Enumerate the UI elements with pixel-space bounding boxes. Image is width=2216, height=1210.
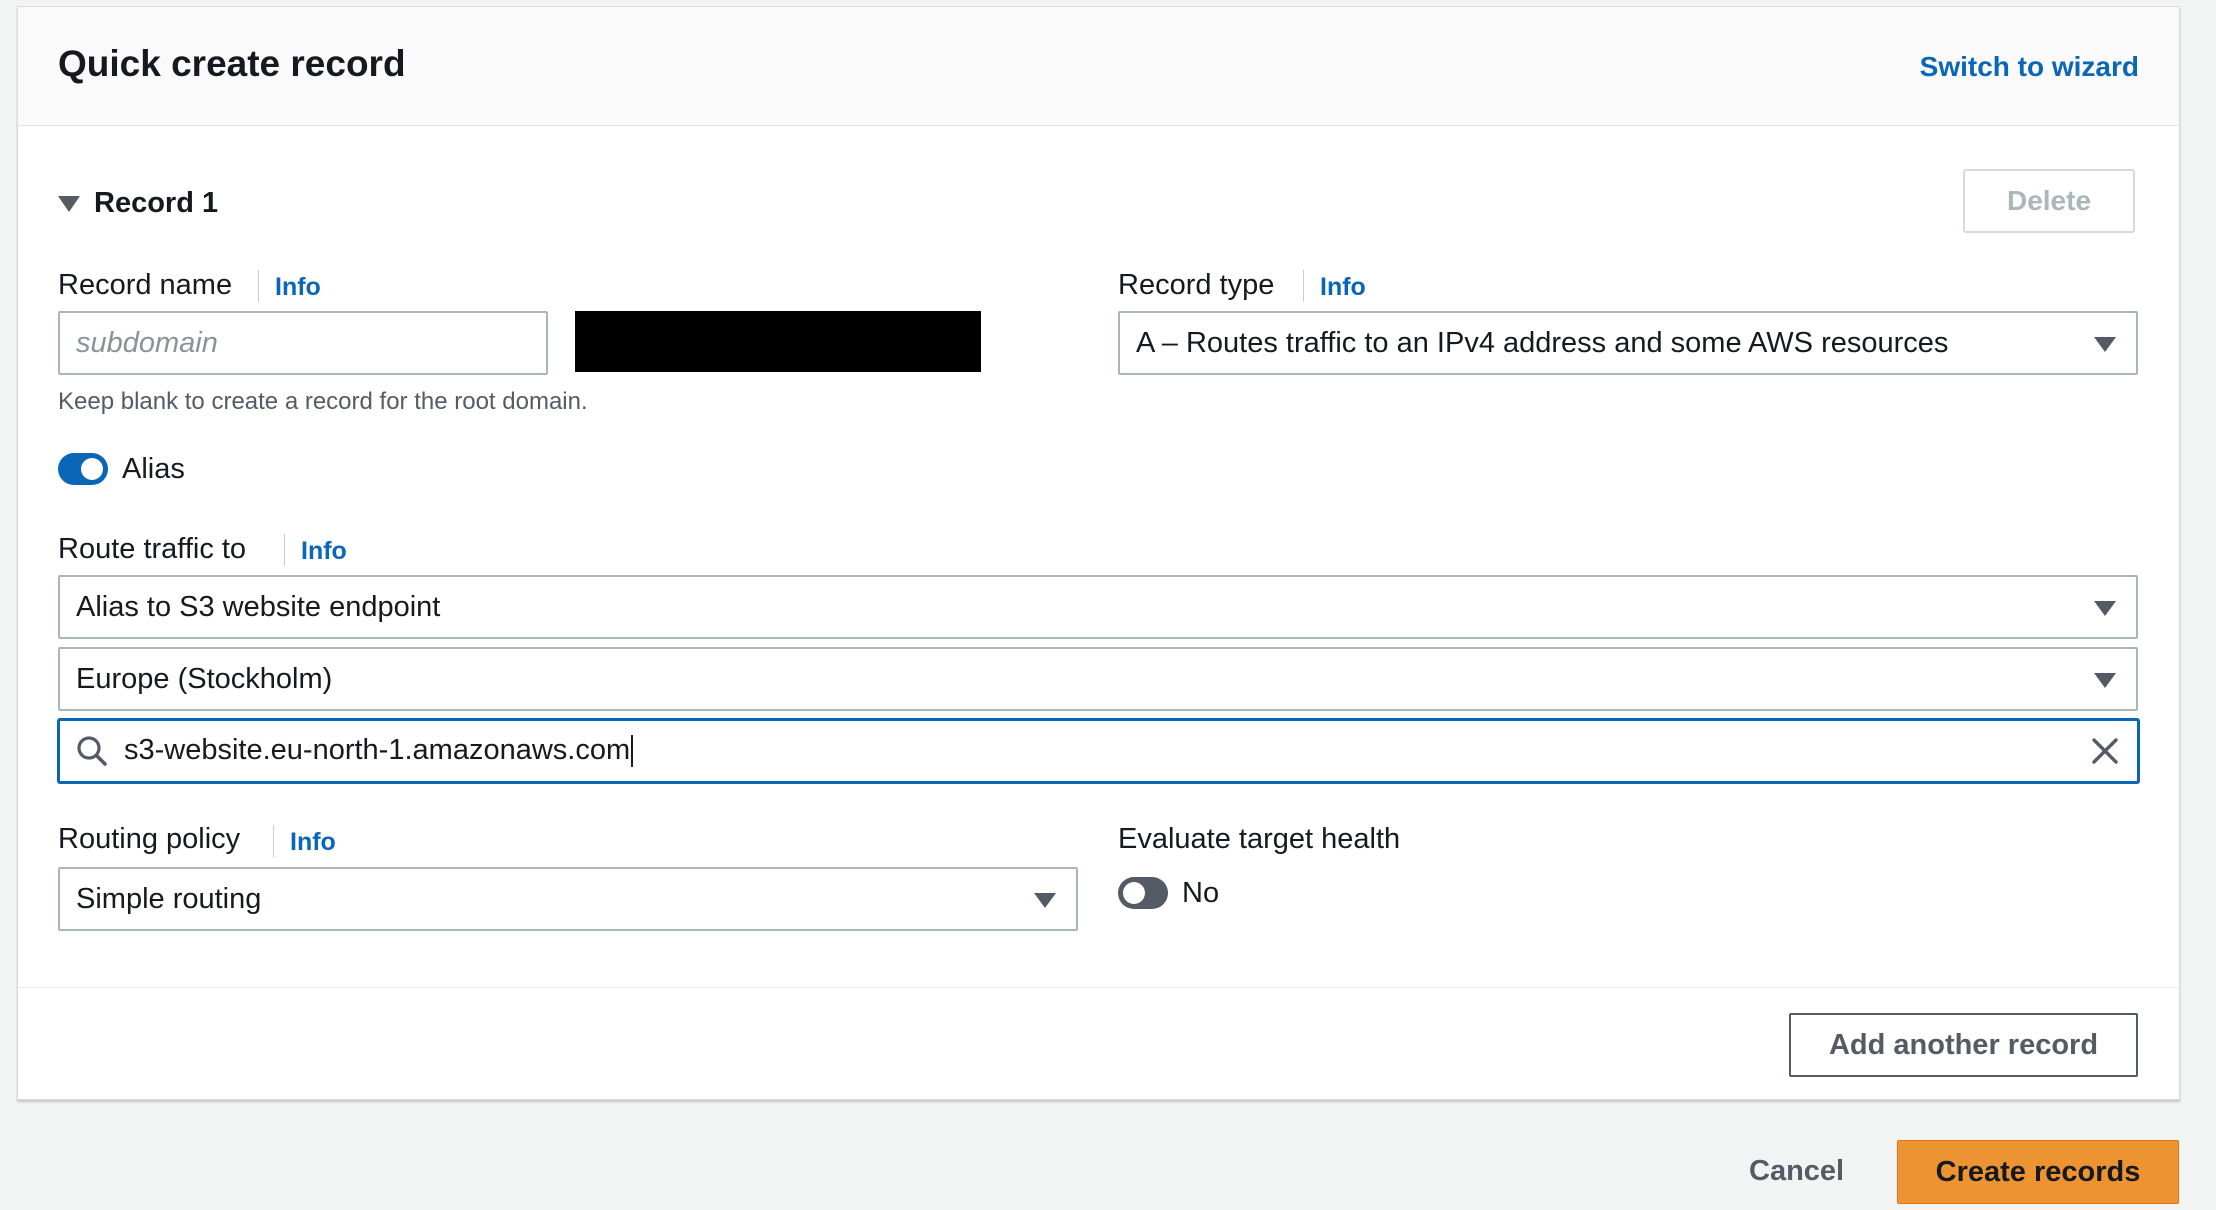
- delete-button[interactable]: Delete: [1963, 169, 2135, 233]
- evaluate-health-value: No: [1182, 877, 1220, 909]
- page-title: Quick create record: [58, 43, 406, 84]
- caret-down-icon: [2094, 673, 2116, 688]
- switch-to-wizard-link[interactable]: Switch to wizard: [1920, 51, 2139, 83]
- record-name-label: Record name: [58, 269, 233, 301]
- record-name-placeholder: subdomain: [76, 326, 218, 359]
- region-select[interactable]: Europe (Stockholm): [58, 647, 2138, 711]
- record-type-select[interactable]: A – Routes traffic to an IPv4 address an…: [1118, 311, 2138, 375]
- routing-policy-select[interactable]: Simple routing: [58, 867, 1078, 931]
- caret-down-icon: [2094, 601, 2116, 616]
- toggle-knob: [1123, 882, 1145, 904]
- caret-down-icon: [1034, 893, 1056, 908]
- search-icon: [77, 736, 107, 766]
- quick-create-panel: Quick create record Switch to wizard Rec…: [17, 6, 2180, 1100]
- evaluate-health-label: Evaluate target health: [1118, 823, 1401, 855]
- endpoint-search-value: s3-website.eu-north-1.amazonaws.com: [124, 734, 634, 768]
- alias-label: Alias: [122, 453, 185, 485]
- record-expand-toggle[interactable]: Record 1: [58, 187, 218, 220]
- routing-policy-label: Routing policy: [58, 823, 241, 855]
- redacted-domain: [575, 311, 981, 372]
- close-icon[interactable]: [2090, 736, 2120, 766]
- divider: [258, 270, 259, 302]
- endpoint-type-select[interactable]: Alias to S3 website endpoint: [58, 575, 2138, 639]
- record-name-hint: Keep blank to create a record for the ro…: [58, 388, 588, 415]
- record-type-label: Record type: [1118, 269, 1275, 301]
- route-traffic-info-link[interactable]: Info: [301, 537, 347, 566]
- panel-header: Quick create record Switch to wizard: [18, 7, 2179, 126]
- route-traffic-label: Route traffic to: [58, 533, 247, 565]
- create-records-button[interactable]: Create records: [1897, 1140, 2179, 1204]
- cancel-button[interactable]: Cancel: [1749, 1155, 1844, 1188]
- divider: [284, 534, 285, 566]
- alias-toggle[interactable]: [58, 453, 108, 485]
- divider: [273, 825, 274, 857]
- evaluate-health-toggle[interactable]: [1118, 877, 1168, 909]
- record-name-info-link[interactable]: Info: [275, 273, 321, 302]
- divider: [18, 987, 2179, 988]
- record-name-input[interactable]: subdomain: [58, 311, 548, 375]
- add-another-record-button[interactable]: Add another record: [1789, 1013, 2138, 1077]
- record-title: Record 1: [94, 187, 219, 219]
- endpoint-search-input[interactable]: s3-website.eu-north-1.amazonaws.com: [57, 718, 2140, 784]
- record-type-info-link[interactable]: Info: [1320, 273, 1366, 302]
- divider: [1303, 270, 1304, 302]
- endpoint-type-value: Alias to S3 website endpoint: [76, 590, 441, 623]
- toggle-knob: [81, 458, 103, 480]
- caret-down-icon: [58, 195, 80, 212]
- caret-down-icon: [2094, 337, 2116, 352]
- routing-policy-info-link[interactable]: Info: [290, 828, 336, 857]
- region-value: Europe (Stockholm): [76, 662, 333, 695]
- routing-policy-value: Simple routing: [76, 882, 262, 915]
- record-type-value: A – Routes traffic to an IPv4 address an…: [1136, 326, 1949, 359]
